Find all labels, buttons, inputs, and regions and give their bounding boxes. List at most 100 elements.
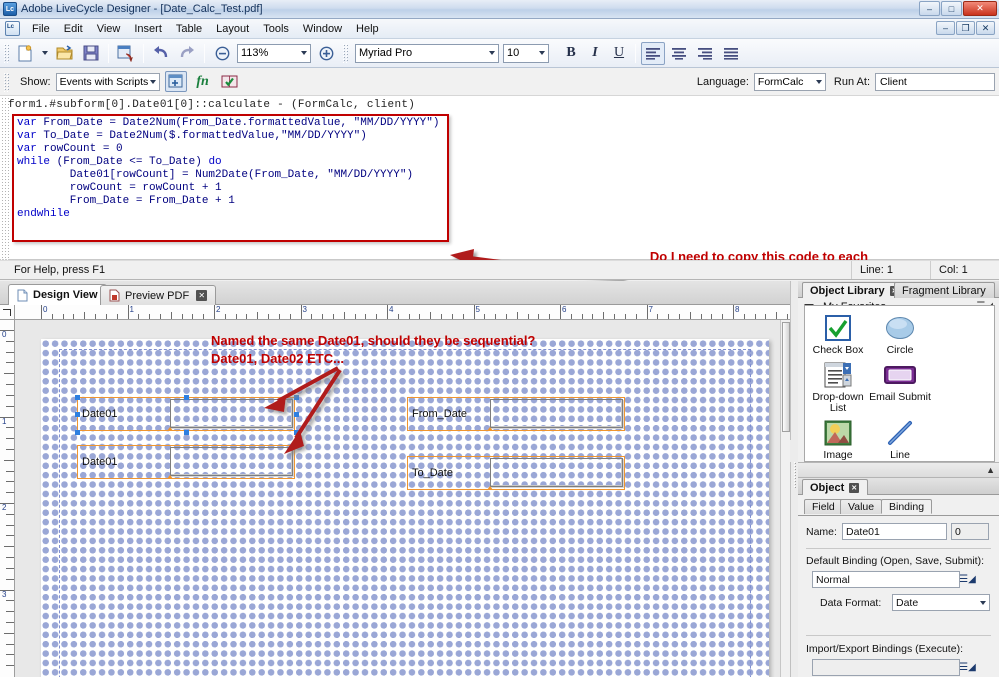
field-caption-splitter[interactable] bbox=[167, 427, 173, 431]
script-toolbar-grip[interactable] bbox=[3, 71, 9, 92]
undo-icon[interactable] bbox=[149, 42, 173, 65]
panel-splitter[interactable] bbox=[790, 281, 798, 677]
library-item-image[interactable]: Image bbox=[807, 416, 869, 461]
canvas-scroll-thumb[interactable] bbox=[782, 322, 790, 432]
font-size-combo[interactable]: 10 bbox=[503, 43, 549, 63]
vertical-ruler[interactable]: 0 1 2 3 bbox=[0, 320, 15, 677]
menu-help[interactable]: Help bbox=[349, 21, 386, 37]
binding-list-icon[interactable]: ☰◢ bbox=[959, 572, 976, 587]
field-caption-splitter[interactable] bbox=[487, 427, 493, 431]
menu-window[interactable]: Window bbox=[296, 21, 349, 37]
tab-object-library[interactable]: Object Library ✕ bbox=[802, 282, 909, 298]
language-combo[interactable]: FormCalc bbox=[753, 72, 826, 91]
selection-handle[interactable] bbox=[75, 412, 80, 417]
close-button[interactable]: ✕ bbox=[963, 1, 997, 16]
horizontal-ruler[interactable]: 0 1 2 3 4 5 6 7 8 bbox=[0, 305, 797, 320]
name-input[interactable]: Date01 bbox=[842, 523, 947, 540]
redo-icon[interactable] bbox=[175, 42, 199, 65]
align-right-icon[interactable] bbox=[693, 42, 717, 65]
maximize-button[interactable]: □ bbox=[941, 1, 962, 16]
selection-handle[interactable] bbox=[75, 430, 80, 435]
open-icon[interactable] bbox=[53, 42, 77, 65]
toolbar-grip[interactable] bbox=[3, 43, 9, 63]
name-index-input[interactable]: 0 bbox=[951, 523, 989, 540]
form-field[interactable]: From_Date bbox=[407, 397, 625, 431]
doc-minimize-button[interactable]: – bbox=[936, 21, 955, 35]
menu-table[interactable]: Table bbox=[169, 21, 209, 37]
chevron-down-icon[interactable] bbox=[815, 79, 822, 84]
doc-close-button[interactable]: ✕ bbox=[976, 21, 995, 35]
subtab-field[interactable]: Field bbox=[804, 499, 843, 514]
library-item-drop-down-list[interactable]: Drop-down List bbox=[807, 358, 869, 414]
import-export-list-icon[interactable]: ☰◢ bbox=[959, 660, 976, 675]
ruler-tick bbox=[4, 459, 14, 461]
minimize-button[interactable]: – bbox=[919, 1, 940, 16]
import-export-input[interactable] bbox=[812, 659, 960, 676]
field-caption-splitter[interactable] bbox=[487, 486, 493, 490]
menu-layout[interactable]: Layout bbox=[209, 21, 256, 37]
check-script-syntax-icon[interactable] bbox=[219, 71, 241, 92]
library-item-email-submit-button[interactable]: Email Submit Button bbox=[869, 358, 931, 414]
tab-preview-pdf[interactable]: Preview PDF ✕ bbox=[100, 285, 217, 305]
selection-handle[interactable] bbox=[75, 395, 80, 400]
canvas-vertical-scrollbar[interactable] bbox=[780, 320, 790, 677]
data-format-select[interactable]: Date bbox=[892, 594, 990, 611]
library-item-circle[interactable]: Circle bbox=[869, 311, 931, 356]
align-justify-icon[interactable] bbox=[719, 42, 743, 65]
preview-pdf-icon[interactable] bbox=[114, 42, 138, 65]
doc-restore-button[interactable]: ❐ bbox=[956, 21, 975, 35]
subtab-binding[interactable]: Binding bbox=[881, 499, 933, 514]
underline-button[interactable]: U bbox=[608, 43, 630, 64]
function-builder-icon[interactable]: fn bbox=[192, 71, 214, 92]
close-icon[interactable]: ✕ bbox=[196, 290, 208, 301]
font-family-combo[interactable]: Myriad Pro bbox=[355, 43, 499, 63]
collapse-icon[interactable]: ▲ bbox=[986, 465, 995, 475]
field-caption-splitter[interactable] bbox=[167, 475, 173, 479]
show-events-combo[interactable]: Events with Scripts bbox=[55, 72, 160, 91]
chevron-down-icon[interactable] bbox=[539, 51, 545, 55]
align-left-icon[interactable] bbox=[641, 41, 665, 65]
tab-object[interactable]: Object ✕ bbox=[802, 479, 869, 495]
tab-fragment-library[interactable]: Fragment Library bbox=[894, 282, 995, 298]
menu-insert[interactable]: Insert bbox=[127, 21, 169, 37]
field-input-box[interactable] bbox=[490, 458, 623, 487]
save-icon[interactable] bbox=[79, 42, 103, 65]
window-controls: – □ ✕ bbox=[919, 1, 997, 16]
tab-design-view[interactable]: Design View bbox=[8, 284, 107, 305]
new-document-dropdown-icon[interactable] bbox=[39, 42, 51, 65]
zoom-combo[interactable]: 113% bbox=[237, 43, 311, 63]
form-page[interactable]: Date01 Date01 From_Date To_Date bbox=[41, 339, 769, 677]
subtab-value[interactable]: Value bbox=[840, 499, 883, 514]
library-item-line[interactable]: Line bbox=[869, 416, 931, 461]
align-center-icon[interactable] bbox=[667, 42, 691, 65]
zoom-out-icon[interactable] bbox=[210, 42, 234, 65]
default-binding-input[interactable]: Normal bbox=[812, 571, 960, 588]
field-input-box[interactable] bbox=[490, 399, 623, 428]
menu-file[interactable]: File bbox=[25, 21, 57, 37]
italic-button[interactable]: I bbox=[584, 43, 606, 64]
menu-edit[interactable]: Edit bbox=[57, 21, 90, 37]
add-event-icon[interactable] bbox=[164, 71, 187, 92]
object-library-grid[interactable]: Check Box Circle Drop-down List Email Su… bbox=[804, 305, 995, 462]
chevron-down-icon[interactable] bbox=[489, 51, 495, 55]
ruler-corner[interactable] bbox=[0, 305, 15, 320]
font-toolbar-grip[interactable] bbox=[342, 43, 348, 63]
script-code-area[interactable]: var From_Date = Date2Num(From_Date.forma… bbox=[12, 114, 449, 242]
chevron-down-icon[interactable] bbox=[980, 600, 986, 605]
menu-tools[interactable]: Tools bbox=[256, 21, 296, 37]
close-icon[interactable]: ✕ bbox=[849, 482, 860, 493]
selection-handle[interactable] bbox=[184, 430, 189, 435]
zoom-in-icon[interactable] bbox=[314, 42, 338, 65]
bold-button[interactable]: B bbox=[560, 43, 582, 64]
library-item-check-box[interactable]: Check Box bbox=[807, 311, 869, 356]
object-properties-panel: ▲ Object ✕ Field Value Binding Name: Dat… bbox=[798, 462, 999, 677]
new-document-icon[interactable] bbox=[13, 42, 37, 65]
ruler-label: 1 bbox=[129, 305, 134, 314]
form-field[interactable]: To_Date bbox=[407, 456, 625, 490]
chevron-down-icon[interactable] bbox=[149, 79, 156, 84]
chevron-down-icon[interactable] bbox=[301, 51, 307, 55]
selection-handle[interactable] bbox=[184, 395, 189, 400]
run-at-combo[interactable]: Client bbox=[875, 72, 995, 91]
menu-view[interactable]: View bbox=[90, 21, 128, 37]
design-canvas[interactable]: Date01 Date01 From_Date To_Date bbox=[15, 320, 790, 677]
